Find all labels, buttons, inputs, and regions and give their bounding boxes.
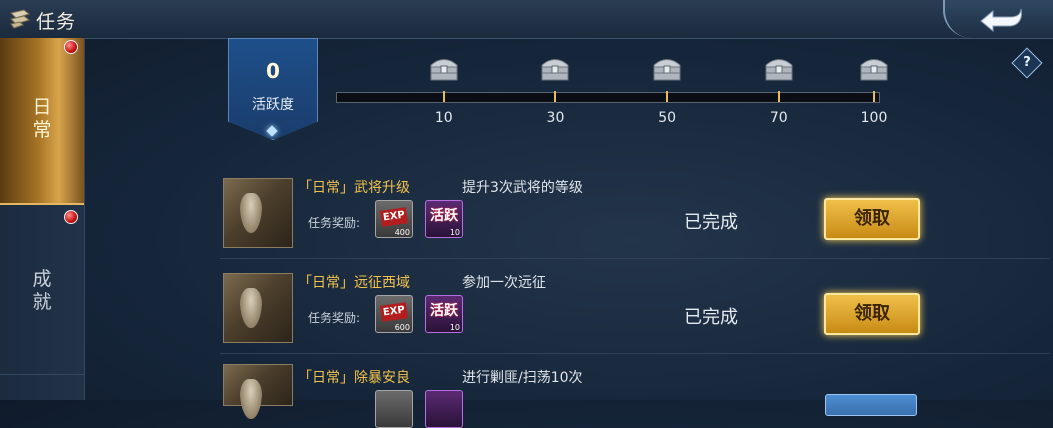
task-status: 已完成: [684, 212, 738, 233]
activity-glyph: 活跃: [430, 208, 458, 224]
notification-dot: [64, 40, 78, 54]
reward-count: 10: [449, 323, 460, 332]
milestone-tick: [442, 91, 445, 102]
task-row: 「日常」除暴安良 进行剿匪/扫荡10次: [220, 360, 1050, 428]
task-row: 「日常」远征西域 参加一次远征 任务奖励: EXP 600 活跃 10 已完成 …: [220, 265, 1050, 354]
activity-progress-bar: [336, 92, 880, 103]
activity-value: 0: [266, 59, 280, 83]
exp-reward-icon[interactable]: [375, 390, 413, 428]
notification-dot: [64, 210, 78, 224]
activity-label: 活跃度: [252, 97, 294, 113]
milestone-tick: [777, 91, 780, 102]
tab-achievement[interactable]: 成 就: [0, 208, 84, 375]
milestone-tick: [666, 91, 669, 102]
milestone-label: 30: [546, 110, 565, 126]
task-thumbnail: [223, 273, 293, 343]
task-name: 「日常」除暴安良: [298, 370, 410, 386]
reward-count: 400: [394, 228, 410, 237]
back-button[interactable]: [943, 0, 1053, 38]
exp-badge: EXP: [380, 302, 408, 322]
activity-reward-icon[interactable]: 活跃 10: [425, 200, 463, 238]
milestone-label: 70: [769, 110, 788, 126]
tab-achievement-label: 成 就: [32, 268, 52, 313]
reward-count: 600: [394, 323, 410, 332]
silver-chest-icon[interactable]: [651, 54, 683, 82]
help-button[interactable]: ?: [1011, 47, 1043, 79]
header-bar: 任务: [0, 0, 1053, 39]
task-description: 进行剿匪/扫荡10次: [462, 370, 583, 386]
exp-badge: EXP: [380, 207, 408, 227]
claim-button[interactable]: 领取: [824, 293, 920, 335]
page-title: 任务: [36, 11, 77, 33]
back-arrow-icon: [980, 8, 1022, 32]
activity-reward-icon[interactable]: 活跃 10: [425, 295, 463, 333]
milestone-label: 100: [860, 110, 888, 126]
task-row: 「日常」武将升级 提升3次武将的等级 任务奖励: EXP 400 活跃 10 已…: [220, 170, 1050, 259]
reward-count: 10: [449, 228, 460, 237]
tab-daily[interactable]: 日 常: [0, 38, 84, 205]
silver-chest-icon[interactable]: [428, 54, 460, 82]
reward-label: 任务奖励:: [308, 311, 361, 325]
exp-reward-icon[interactable]: EXP 600: [375, 295, 413, 333]
exp-reward-icon[interactable]: EXP 400: [375, 200, 413, 238]
task-description: 参加一次远征: [462, 275, 546, 291]
task-name: 「日常」远征西域: [298, 275, 410, 291]
milestone-tick: [554, 91, 557, 102]
go-button[interactable]: [825, 394, 917, 416]
task-description: 提升3次武将的等级: [462, 180, 583, 196]
claim-button[interactable]: 领取: [824, 198, 920, 240]
silver-chest-icon[interactable]: [539, 54, 571, 82]
task-thumbnail: [223, 178, 293, 248]
activity-reward-icon[interactable]: [425, 390, 463, 428]
reward-label: 任务奖励:: [308, 216, 361, 230]
task-name: 「日常」武将升级: [298, 180, 410, 196]
milestone-label: 10: [434, 110, 453, 126]
help-label: ?: [1023, 55, 1031, 70]
silver-chest-icon[interactable]: [763, 54, 795, 82]
tab-daily-label: 日 常: [32, 96, 52, 141]
milestone-tick: [873, 91, 875, 102]
milestone-label: 50: [658, 110, 677, 126]
scroll-icon: [10, 9, 31, 29]
activity-glyph: 活跃: [430, 303, 458, 319]
task-status: 已完成: [684, 307, 738, 328]
sidebar: 日 常 成 就: [0, 38, 85, 400]
activity-banner: 0 活跃度: [228, 38, 318, 140]
silver-chest-icon[interactable]: [858, 54, 890, 82]
